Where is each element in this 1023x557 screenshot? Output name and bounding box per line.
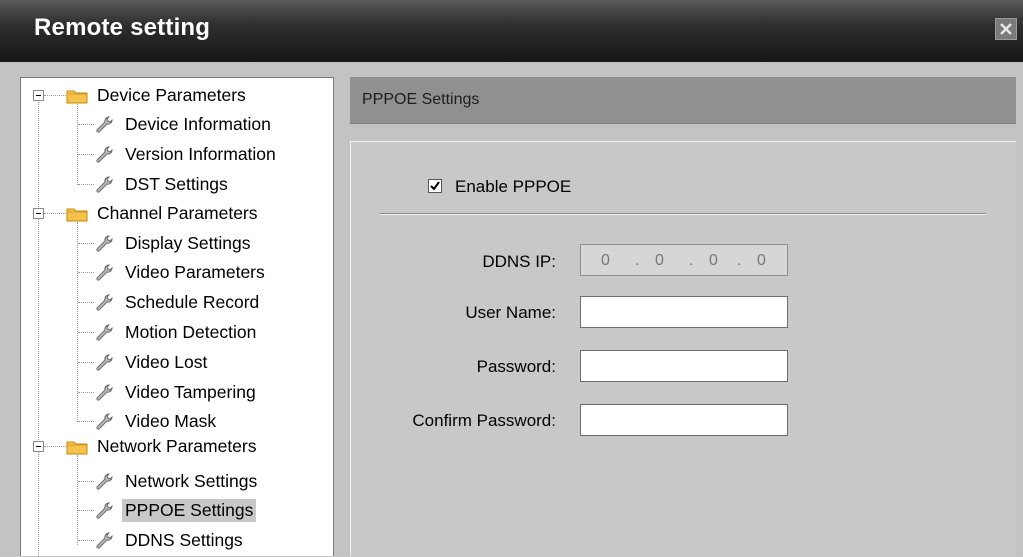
wrench-icon bbox=[96, 502, 113, 519]
wrench-icon bbox=[96, 235, 113, 252]
tree-group-label: Channel Parameters bbox=[97, 203, 258, 223]
wrench-icon bbox=[96, 532, 113, 549]
tree-item-label: Network Settings bbox=[125, 471, 258, 491]
tree-item-label: Schedule Record bbox=[125, 292, 260, 312]
tree-item-motion-detection[interactable]: Motion Detection bbox=[94, 319, 259, 346]
tree-item-label: Motion Detection bbox=[125, 322, 257, 342]
collapse-toggle-device[interactable] bbox=[33, 90, 44, 101]
tree-group-device-parameters[interactable]: Device Parameters bbox=[66, 82, 249, 109]
wrench-icon bbox=[96, 384, 113, 401]
tree-item-network-settings[interactable]: Network Settings bbox=[94, 468, 260, 495]
tree-item-label: DST Settings bbox=[125, 174, 228, 194]
title-bar: Remote setting bbox=[0, 0, 1023, 62]
enable-pppoe-checkbox[interactable] bbox=[428, 179, 442, 193]
tree-item-label: Video Tampering bbox=[125, 382, 256, 402]
tree-group-channel-parameters[interactable]: Channel Parameters bbox=[66, 200, 261, 227]
password-label: Password: bbox=[476, 357, 556, 376]
panel-title: PPPOE Settings bbox=[362, 91, 480, 108]
tree-item-schedule-record[interactable]: Schedule Record bbox=[94, 289, 262, 316]
ip-octet-1: 0 bbox=[601, 252, 610, 269]
tree-item-label: Display Settings bbox=[125, 233, 251, 253]
ddns-ip-field: 0 . 0 . 0 . 0 bbox=[580, 244, 788, 276]
user-name-label: User Name: bbox=[465, 303, 556, 322]
tree-item-label: PPPOE Settings bbox=[122, 499, 257, 522]
tree-group-network-parameters[interactable]: Network Parameters bbox=[66, 433, 260, 460]
collapse-toggle-network[interactable] bbox=[33, 441, 44, 452]
ip-octet-3: 0 bbox=[709, 252, 718, 269]
tree-item-video-tampering[interactable]: Video Tampering bbox=[94, 379, 259, 406]
wrench-icon bbox=[96, 146, 113, 163]
tree-item-video-lost[interactable]: Video Lost bbox=[94, 349, 210, 376]
tree-item-label: Video Lost bbox=[125, 352, 208, 372]
user-name-input[interactable] bbox=[580, 296, 788, 328]
wrench-icon bbox=[96, 294, 113, 311]
wrench-icon bbox=[96, 413, 113, 430]
tree-item-label: Video Mask bbox=[125, 411, 217, 431]
ip-dot: . bbox=[737, 252, 742, 269]
confirm-password-label: Confirm Password: bbox=[412, 411, 556, 430]
ip-dot: . bbox=[635, 252, 640, 269]
ddns-ip-label: DDNS IP: bbox=[482, 252, 556, 271]
close-button[interactable] bbox=[995, 18, 1017, 40]
panel-header: PPPOE Settings bbox=[350, 77, 1016, 124]
wrench-icon bbox=[96, 176, 113, 193]
wrench-icon bbox=[96, 116, 113, 133]
ip-octet-4: 0 bbox=[757, 252, 766, 269]
close-icon bbox=[1000, 23, 1012, 35]
tree-item-pppoe-settings[interactable]: PPPOE Settings bbox=[94, 497, 257, 524]
tree-item-label: Video Parameters bbox=[125, 262, 265, 282]
tree-group-label: Network Parameters bbox=[97, 436, 257, 456]
tree-item-label: Version Information bbox=[125, 144, 276, 164]
settings-tree[interactable]: Device Parameters Device Information Ver… bbox=[20, 77, 334, 557]
tree-item-version-information[interactable]: Version Information bbox=[94, 141, 279, 168]
tree-item-video-mask[interactable]: Video Mask bbox=[94, 408, 219, 435]
folder-icon bbox=[66, 441, 88, 454]
wrench-icon bbox=[96, 264, 113, 281]
ip-dot: . bbox=[689, 252, 694, 269]
divider bbox=[380, 213, 986, 215]
folder-icon bbox=[66, 90, 88, 103]
tree-item-ddns-settings[interactable]: DDNS Settings bbox=[94, 527, 246, 554]
collapse-toggle-channel[interactable] bbox=[33, 208, 44, 219]
enable-pppoe-label[interactable]: Enable PPPOE bbox=[455, 177, 571, 197]
pppoe-settings-panel bbox=[350, 141, 1016, 556]
confirm-password-input[interactable] bbox=[580, 404, 788, 436]
wrench-icon bbox=[96, 473, 113, 490]
tree-item-video-parameters[interactable]: Video Parameters bbox=[94, 259, 268, 286]
wrench-icon bbox=[96, 354, 113, 371]
tree-item-device-information[interactable]: Device Information bbox=[94, 111, 274, 138]
tree-item-label: Device Information bbox=[125, 114, 271, 134]
tree-item-label: DDNS Settings bbox=[125, 530, 243, 550]
ip-octet-2: 0 bbox=[655, 252, 664, 269]
tree-item-display-settings[interactable]: Display Settings bbox=[94, 230, 253, 257]
folder-icon bbox=[66, 208, 88, 221]
wrench-icon bbox=[96, 324, 113, 341]
tree-group-label: Device Parameters bbox=[97, 85, 246, 105]
window-title: Remote setting bbox=[34, 14, 211, 41]
password-input[interactable] bbox=[580, 350, 788, 382]
checkmark-icon bbox=[430, 181, 440, 191]
tree-item-dst-settings[interactable]: DST Settings bbox=[94, 171, 231, 198]
